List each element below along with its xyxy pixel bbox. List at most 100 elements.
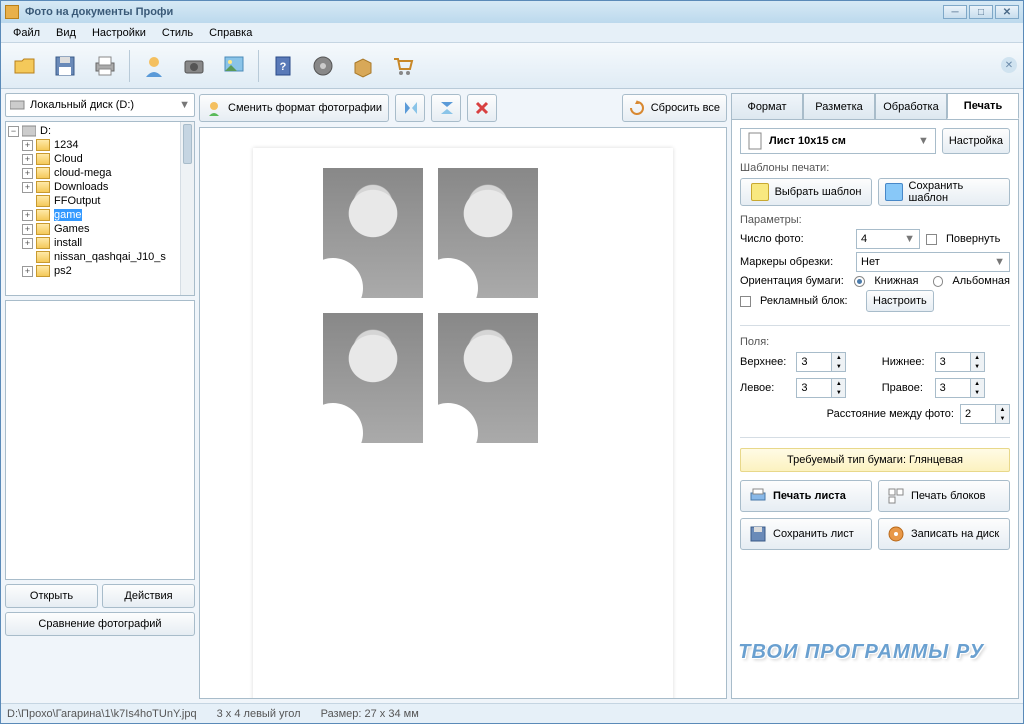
burn-disc-button[interactable]: Записать на диск bbox=[878, 518, 1010, 550]
delete-button[interactable] bbox=[467, 94, 497, 122]
tree-expander[interactable]: + bbox=[22, 266, 33, 277]
print-icon[interactable] bbox=[87, 48, 123, 84]
tree-item[interactable]: +Downloads bbox=[8, 180, 192, 194]
compare-button[interactable]: Сравнение фотографий bbox=[5, 612, 195, 636]
menu-view[interactable]: Вид bbox=[48, 25, 84, 41]
tree-expander[interactable]: + bbox=[22, 224, 33, 235]
save-icon[interactable] bbox=[47, 48, 83, 84]
open-button[interactable]: Открыть bbox=[5, 584, 98, 608]
tree-item[interactable]: +1234 bbox=[8, 138, 192, 152]
help-icon[interactable]: ? bbox=[265, 48, 301, 84]
right-tabs: Формат Разметка Обработка Печать bbox=[731, 93, 1019, 119]
tab-layout[interactable]: Разметка bbox=[803, 93, 875, 119]
photo-slot[interactable] bbox=[323, 313, 423, 443]
maximize-button[interactable]: □ bbox=[969, 5, 993, 19]
choose-template-button[interactable]: Выбрать шаблон bbox=[740, 178, 872, 206]
tree-expander[interactable]: + bbox=[22, 168, 33, 179]
folder-icon bbox=[36, 167, 50, 179]
crop-markers-select[interactable]: Нет▼ bbox=[856, 252, 1010, 272]
menu-style[interactable]: Стиль bbox=[154, 25, 201, 41]
tab-print[interactable]: Печать bbox=[947, 93, 1019, 119]
sheet-size-combo[interactable]: Лист 10x15 см▼ bbox=[740, 128, 936, 154]
photo-slot[interactable] bbox=[438, 313, 538, 443]
ad-settings-button[interactable]: Настроить bbox=[866, 290, 934, 312]
person-icon[interactable] bbox=[136, 48, 172, 84]
photo-slot[interactable] bbox=[438, 168, 538, 298]
watermark-text: ТВОИ ПРОГРАММЫ РУ bbox=[738, 641, 984, 664]
tree-item[interactable]: +Games bbox=[8, 222, 192, 236]
tree-expander[interactable]: + bbox=[22, 154, 33, 165]
video-icon[interactable] bbox=[305, 48, 341, 84]
window-title: Фото на документы Профи bbox=[25, 6, 173, 18]
titlebar: Фото на документы Профи ─ □ ✕ bbox=[1, 1, 1023, 23]
tab-process[interactable]: Обработка bbox=[875, 93, 947, 119]
cart-icon[interactable] bbox=[385, 48, 421, 84]
drive-label: Локальный диск (D:) bbox=[30, 99, 134, 111]
orient-portrait-radio[interactable] bbox=[854, 276, 865, 287]
close-panel-icon[interactable]: ✕ bbox=[1001, 57, 1017, 73]
chevron-down-icon: ▼ bbox=[179, 99, 190, 111]
tree-item[interactable]: +Cloud bbox=[8, 152, 192, 166]
folder-icon bbox=[36, 223, 50, 235]
tree-item[interactable]: +game bbox=[8, 208, 192, 222]
scrollbar-thumb[interactable] bbox=[183, 124, 192, 164]
box-icon[interactable] bbox=[345, 48, 381, 84]
flip-v-button[interactable] bbox=[431, 94, 461, 122]
ad-block-checkbox[interactable] bbox=[740, 296, 751, 307]
reset-button[interactable]: Сбросить все bbox=[622, 94, 727, 122]
flip-h-button[interactable] bbox=[395, 94, 425, 122]
tree-expander[interactable]: − bbox=[8, 126, 19, 137]
folder-icon bbox=[36, 265, 50, 277]
margin-bottom-input[interactable]: 3▲▼ bbox=[935, 352, 985, 372]
tree-item[interactable]: +cloud-mega bbox=[8, 166, 192, 180]
tree-expander[interactable]: + bbox=[22, 182, 33, 193]
print-blocks-button[interactable]: Печать блоков bbox=[878, 480, 1010, 512]
margin-left-input[interactable]: 3▲▼ bbox=[796, 378, 846, 398]
tree-item[interactable]: +ps2 bbox=[8, 264, 192, 278]
rotate-checkbox[interactable] bbox=[926, 234, 937, 245]
open-icon[interactable] bbox=[7, 48, 43, 84]
margin-top-input[interactable]: 3▲▼ bbox=[796, 352, 846, 372]
menu-help[interactable]: Справка bbox=[201, 25, 260, 41]
save-template-button[interactable]: Сохранить шаблон bbox=[878, 178, 1010, 206]
status-path: D:\Прохо\Гагарина\1\k7Is4hoTUnY.jpq bbox=[7, 708, 197, 720]
photo-count-select[interactable]: 4▼ bbox=[856, 229, 920, 249]
menu-settings[interactable]: Настройки bbox=[84, 25, 154, 41]
tab-format[interactable]: Формат bbox=[731, 93, 803, 119]
photo-slot[interactable] bbox=[323, 168, 423, 298]
tree-expander[interactable]: + bbox=[22, 140, 33, 151]
print-tab-content: Лист 10x15 см▼ Настройка Шаблоны печати:… bbox=[731, 119, 1019, 699]
drive-select[interactable]: Локальный диск (D:) ▼ bbox=[5, 93, 195, 117]
folder-icon bbox=[36, 181, 50, 193]
print-preview-canvas bbox=[199, 127, 727, 699]
tree-expander[interactable]: + bbox=[22, 210, 33, 221]
tree-item[interactable]: +install bbox=[8, 236, 192, 250]
tree-item[interactable]: nissan_qashqai_J10_s bbox=[8, 250, 192, 264]
margin-right-input[interactable]: 3▲▼ bbox=[935, 378, 985, 398]
actions-button[interactable]: Действия bbox=[102, 584, 195, 608]
center-toolbar: Сменить формат фотографии Сбросить все bbox=[199, 93, 727, 123]
folder-icon bbox=[36, 251, 50, 263]
close-button[interactable]: ✕ bbox=[995, 5, 1019, 19]
tree-item[interactable]: FFOutput bbox=[8, 194, 192, 208]
minimize-button[interactable]: ─ bbox=[943, 5, 967, 19]
right-panel: Формат Разметка Обработка Печать Лист 10… bbox=[731, 93, 1019, 699]
change-format-button[interactable]: Сменить формат фотографии bbox=[199, 94, 389, 122]
status-corner: 3 x 4 левый угол bbox=[217, 708, 301, 720]
tree-scrollbar[interactable] bbox=[180, 122, 194, 295]
tree-expander[interactable]: + bbox=[22, 238, 33, 249]
photo-edit-icon[interactable] bbox=[216, 48, 252, 84]
camera-icon[interactable] bbox=[176, 48, 212, 84]
menu-file[interactable]: Файл bbox=[5, 25, 48, 41]
app-icon bbox=[5, 5, 19, 19]
save-sheet-button[interactable]: Сохранить лист bbox=[740, 518, 872, 550]
sheet-settings-button[interactable]: Настройка bbox=[942, 128, 1010, 154]
print-sheet-button[interactable]: Печать листа bbox=[740, 480, 872, 512]
photo-gap-input[interactable]: 2▲▼ bbox=[960, 404, 1010, 424]
menubar: Файл Вид Настройки Стиль Справка bbox=[1, 23, 1023, 43]
folder-tree[interactable]: −D: +1234+Cloud+cloud-mega+DownloadsFFOu… bbox=[5, 121, 195, 296]
folder-icon bbox=[36, 153, 50, 165]
folder-icon bbox=[36, 209, 50, 221]
orient-landscape-radio[interactable] bbox=[933, 276, 944, 287]
statusbar: D:\Прохо\Гагарина\1\k7Is4hoTUnY.jpq 3 x … bbox=[1, 703, 1023, 723]
